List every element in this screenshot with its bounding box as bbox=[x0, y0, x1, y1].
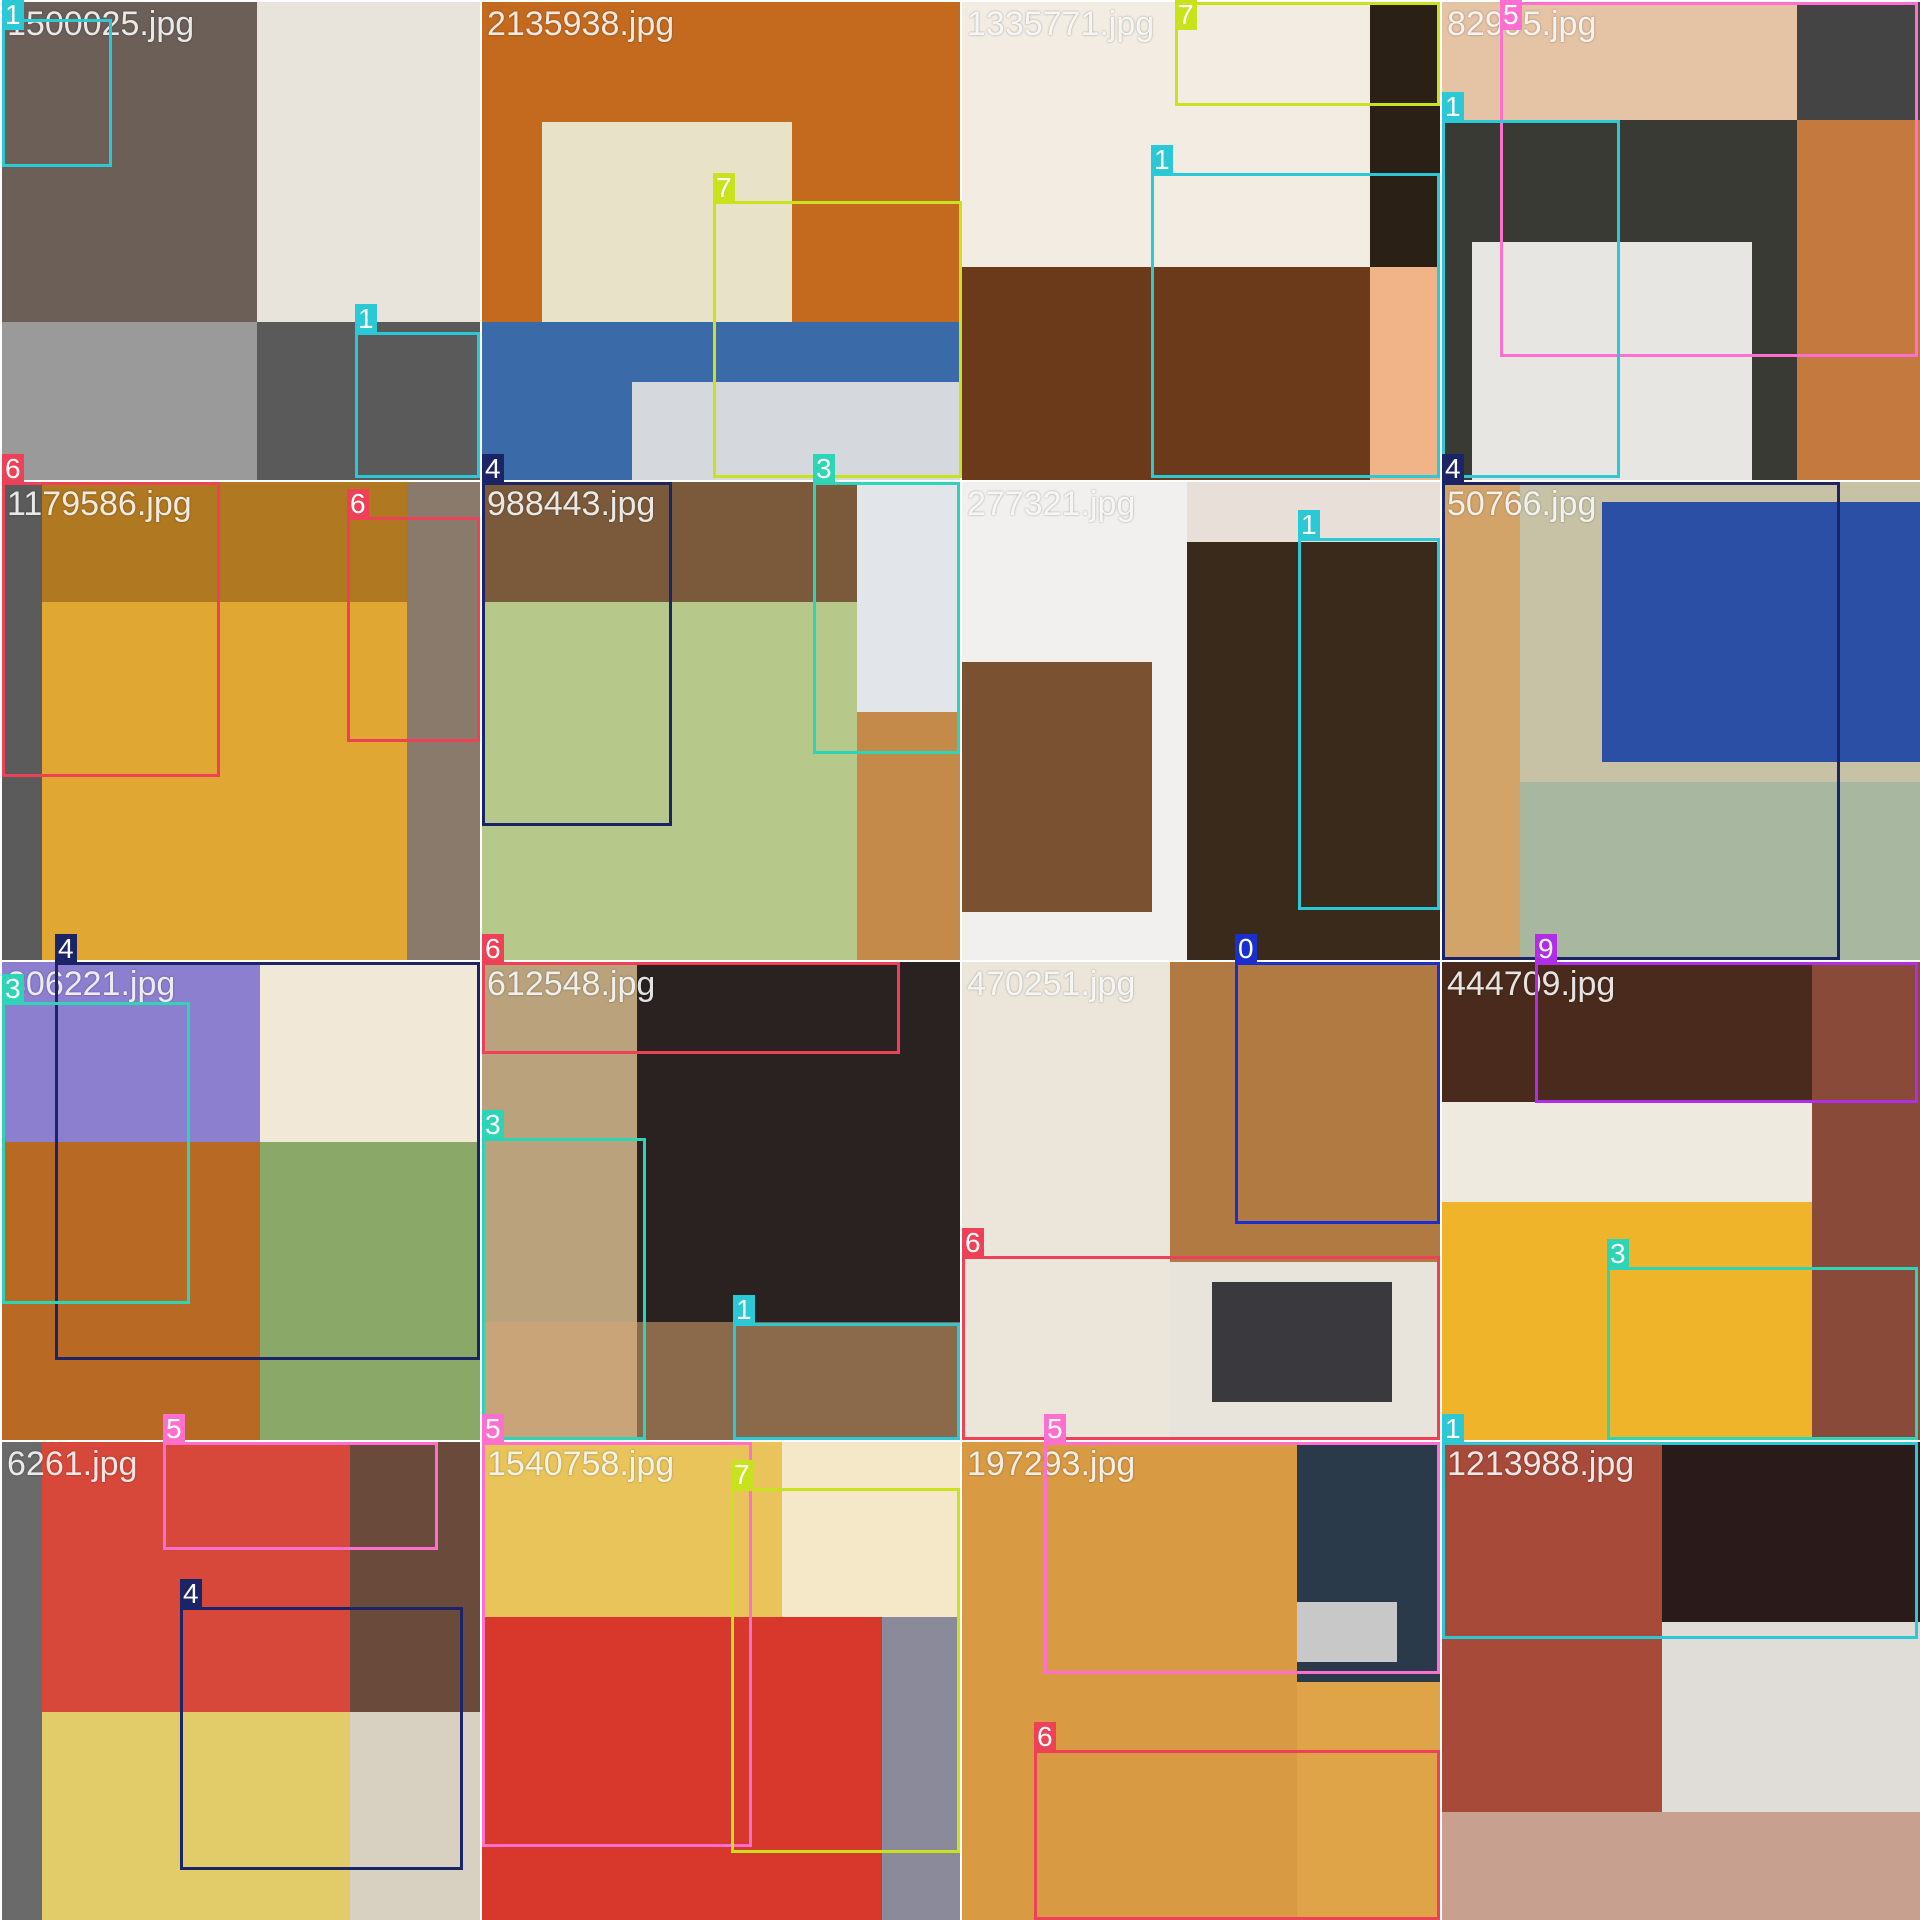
tile-patch bbox=[1797, 120, 1920, 480]
image-tile: 197293.jpg bbox=[962, 1442, 1440, 1920]
image-tile: 1540758.jpg bbox=[482, 1442, 960, 1920]
tile-patch bbox=[2, 1142, 260, 1440]
tile-patch bbox=[1442, 1202, 1812, 1440]
tile-filename: 988443.jpg bbox=[487, 485, 656, 523]
tile-patch bbox=[1520, 782, 1920, 960]
tile-filename: 1179586.jpg bbox=[7, 485, 192, 523]
tile-filename: 1213988.jpg bbox=[1447, 1445, 1635, 1483]
image-tile: 6261.jpg bbox=[2, 1442, 480, 1920]
tile-patch bbox=[1187, 482, 1440, 960]
tile-filename: 2135938.jpg bbox=[487, 5, 675, 43]
tile-patch bbox=[782, 1442, 960, 1617]
tile-patch bbox=[1187, 482, 1440, 542]
tile-patch bbox=[2, 1442, 42, 1920]
tile-patch bbox=[260, 1142, 480, 1440]
tile-patch bbox=[1297, 1602, 1397, 1662]
tile-filename: 6261.jpg bbox=[7, 1445, 138, 1483]
tile-patch bbox=[407, 482, 480, 960]
image-tile: 988443.jpg bbox=[482, 482, 960, 960]
tile-filename: 1335771.jpg bbox=[967, 5, 1155, 43]
tile-patch bbox=[1442, 1102, 1812, 1202]
image-tile: 1213988.jpg bbox=[1442, 1442, 1920, 1920]
image-tile: 82995.jpg bbox=[1442, 2, 1920, 480]
tile-filename: 470251.jpg bbox=[967, 965, 1136, 1003]
image-tile: 277321.jpg bbox=[962, 482, 1440, 960]
tile-filename: 1540758.jpg bbox=[487, 1445, 675, 1483]
tile-patch bbox=[637, 1322, 960, 1440]
image-tile: 444709.jpg bbox=[1442, 962, 1920, 1440]
tile-patch bbox=[260, 962, 480, 1142]
tile-patch bbox=[2, 2, 257, 322]
tile-patch bbox=[962, 267, 1370, 480]
tile-patch bbox=[962, 1442, 1297, 1920]
tile-patch bbox=[350, 1712, 480, 1920]
tile-patch bbox=[1370, 267, 1440, 480]
tile-filename: 197293.jpg bbox=[967, 1445, 1136, 1483]
tile-patch bbox=[1662, 1442, 1920, 1622]
tile-patch bbox=[257, 322, 480, 480]
tile-patch bbox=[1442, 482, 1520, 960]
tile-patch bbox=[42, 602, 407, 960]
tile-patch bbox=[1297, 1682, 1440, 1920]
tile-patch bbox=[1442, 1442, 1662, 1812]
tile-patch bbox=[350, 1442, 480, 1712]
tile-patch bbox=[882, 1617, 960, 1920]
tile-patch bbox=[962, 662, 1152, 912]
tile-filename: 1500025.jpg bbox=[7, 5, 195, 43]
tile-patch bbox=[482, 602, 857, 960]
image-tile: 1335771.jpg bbox=[962, 2, 1440, 480]
tile-patch bbox=[1370, 2, 1440, 267]
image-tile: 50766.jpg bbox=[1442, 482, 1920, 960]
image-tile: 1179586.jpg bbox=[2, 482, 480, 960]
tile-patch bbox=[2, 482, 42, 960]
tile-patch bbox=[1442, 1812, 1920, 1920]
tile-patch bbox=[542, 122, 792, 322]
image-tile: 306221.jpg bbox=[2, 962, 480, 1440]
mosaic-grid: 1500025.jpg 2135938.jpg 1335771.jpg 8299… bbox=[0, 0, 1920, 1920]
image-tile: 1500025.jpg bbox=[2, 2, 480, 480]
tile-patch bbox=[1170, 962, 1440, 1262]
tile-patch bbox=[42, 1712, 350, 1920]
tile-patch bbox=[1662, 1622, 1920, 1812]
tile-patch bbox=[1212, 1282, 1392, 1402]
image-tile: 2135938.jpg bbox=[482, 2, 960, 480]
tile-filename: 50766.jpg bbox=[1447, 485, 1597, 523]
tile-filename: 82995.jpg bbox=[1447, 5, 1597, 43]
tile-patch bbox=[1602, 502, 1920, 762]
image-tile: 470251.jpg bbox=[962, 962, 1440, 1440]
tile-patch bbox=[637, 962, 960, 1322]
tile-patch bbox=[962, 962, 1170, 1440]
tile-filename: 612548.jpg bbox=[487, 965, 656, 1003]
tile-patch bbox=[1472, 242, 1752, 480]
tile-patch bbox=[857, 712, 960, 960]
tile-patch bbox=[482, 1322, 637, 1440]
tile-filename: 306221.jpg bbox=[7, 965, 176, 1003]
tile-patch bbox=[1812, 962, 1920, 1440]
tile-patch bbox=[257, 2, 480, 322]
tile-patch bbox=[482, 1617, 882, 1920]
tile-patch bbox=[2, 322, 257, 480]
image-tile: 612548.jpg bbox=[482, 962, 960, 1440]
tile-filename: 444709.jpg bbox=[1447, 965, 1616, 1003]
tile-patch bbox=[632, 382, 960, 480]
tile-filename: 277321.jpg bbox=[967, 485, 1136, 523]
tile-patch bbox=[857, 482, 960, 712]
